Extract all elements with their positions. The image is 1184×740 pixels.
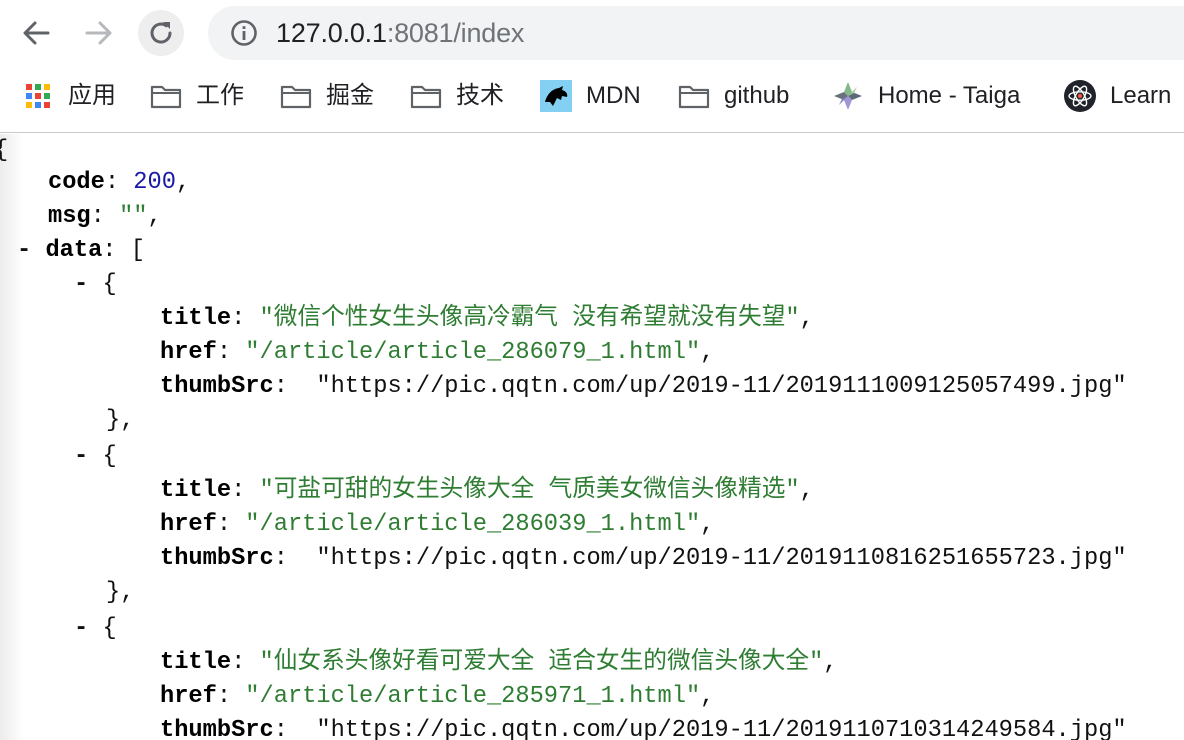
- bookmarks-bar: 应用 工作 掘金 技术 MDN github Home - Taiga Lear…: [0, 66, 1184, 133]
- json-key: msg: [48, 203, 91, 230]
- json-string-value: "仙女系头像好看可爱大全 适合女生的微信头像大全": [259, 649, 824, 676]
- bookmark-folder-github[interactable]: github: [678, 80, 789, 112]
- address-bar[interactable]: 127.0.0.1:8081/index: [208, 6, 1184, 60]
- json-key: title: [160, 305, 232, 332]
- json-string-value: "https://pic.qqtn.com/up/2019-11/2019110…: [316, 717, 1127, 740]
- bookmark-apps[interactable]: 应用: [22, 80, 116, 112]
- json-key: title: [160, 477, 232, 504]
- apps-grid-icon: [22, 80, 54, 112]
- bookmark-mdn[interactable]: MDN: [540, 80, 641, 112]
- folder-icon: [678, 80, 710, 112]
- forward-button[interactable]: [76, 10, 122, 56]
- json-line-thumbsrc: thumbSrc: "https://pic.qqtn.com/up/2019-…: [160, 373, 1127, 400]
- react-atom-icon: [1064, 80, 1096, 112]
- bookmark-folder-work[interactable]: 工作: [150, 80, 244, 112]
- json-line-thumbsrc: thumbSrc: "https://pic.qqtn.com/up/2019-…: [160, 545, 1127, 572]
- bookmark-taiga[interactable]: Home - Taiga: [832, 80, 1020, 112]
- url-text[interactable]: 127.0.0.1:8081/index: [276, 17, 524, 49]
- json-line-href: href: "/article/article_286079_1.html",: [160, 339, 715, 366]
- bookmark-label: 掘金: [326, 82, 374, 109]
- bookmark-label: 工作: [196, 82, 244, 109]
- json-line-title: title: "仙女系头像好看可爱大全 适合女生的微信头像大全",: [160, 649, 838, 676]
- json-string-value: "可盐可甜的女生头像大全 气质美女微信头像精选": [259, 477, 800, 504]
- json-key: code: [48, 169, 105, 196]
- browser-toolbar: 127.0.0.1:8081/index: [0, 0, 1184, 66]
- bookmark-label: MDN: [586, 82, 641, 109]
- json-bracket: [: [130, 237, 145, 264]
- json-key: title: [160, 649, 232, 676]
- json-string-value: "/article/article_286079_1.html": [245, 339, 701, 366]
- collapse-toggle[interactable]: -: [74, 271, 88, 298]
- folder-icon: [280, 80, 312, 112]
- bookmark-label: github: [724, 82, 790, 109]
- url-host: 127.0.0.1: [276, 18, 387, 48]
- json-line-href: href: "/article/article_286039_1.html",: [160, 511, 715, 538]
- bookmark-label: Learn: [1110, 82, 1172, 109]
- json-string-value: "微信个性女生头像高冷霸气 没有希望就没有失望": [259, 305, 800, 332]
- reload-button[interactable]: [138, 10, 184, 56]
- json-brace: {: [0, 137, 8, 164]
- json-string-value: "https://pic.qqtn.com/up/2019-11/2019110…: [316, 545, 1127, 572]
- collapse-toggle[interactable]: -: [17, 237, 31, 264]
- json-line-data: - data: [: [17, 237, 145, 264]
- json-string-value: "/article/article_285971_1.html": [245, 683, 701, 710]
- json-key: href: [160, 511, 217, 538]
- json-viewer: { code: 200, msg: "", - data: [ - { titl…: [0, 134, 1184, 740]
- json-line-title: title: "微信个性女生头像高冷霸气 没有希望就没有失望",: [160, 305, 814, 332]
- json-number-value: 200: [133, 169, 176, 196]
- json-item-open: - {: [74, 443, 117, 470]
- folder-icon: [150, 80, 182, 112]
- url-path: :8081/index: [386, 18, 525, 48]
- json-key: thumbSrc: [160, 545, 274, 572]
- arrow-right-icon: [85, 21, 112, 45]
- taiga-icon: [832, 80, 864, 112]
- bookmark-folder-tech[interactable]: 技术: [410, 80, 504, 112]
- bookmark-folder-juejin[interactable]: 掘金: [280, 80, 374, 112]
- reload-icon: [150, 22, 172, 44]
- json-line-title: title: "可盐可甜的女生头像大全 气质美女微信头像精选",: [160, 477, 814, 504]
- json-key: thumbSrc: [160, 717, 274, 740]
- bookmark-label: 技术: [456, 82, 504, 109]
- json-key: thumbSrc: [160, 373, 274, 400]
- json-line: {: [0, 134, 8, 168]
- collapse-toggle[interactable]: -: [74, 615, 88, 642]
- folder-icon: [410, 80, 442, 112]
- json-item-open: - {: [74, 271, 117, 298]
- json-line-thumbsrc: thumbSrc: "https://pic.qqtn.com/up/2019-…: [160, 714, 1127, 740]
- json-key: href: [160, 339, 217, 366]
- collapse-toggle[interactable]: -: [74, 443, 88, 470]
- json-item-close: },: [106, 579, 135, 606]
- arrow-left-icon: [23, 21, 50, 45]
- json-line-code: code: 200,: [48, 169, 191, 196]
- bookmark-label: Home - Taiga: [878, 82, 1021, 109]
- bookmark-label: 应用: [68, 82, 116, 109]
- back-button[interactable]: [13, 10, 59, 56]
- json-key: href: [160, 683, 217, 710]
- json-string-value: "": [119, 203, 148, 230]
- mdn-dino-icon: [540, 80, 572, 112]
- json-item-close: },: [106, 407, 135, 434]
- bookmark-learn[interactable]: Learn: [1064, 80, 1171, 112]
- json-line-msg: msg: "",: [48, 203, 162, 230]
- info-icon[interactable]: [230, 19, 258, 47]
- json-key: data: [45, 237, 103, 264]
- json-item-open: - {: [74, 615, 117, 642]
- json-string-value: "/article/article_286039_1.html": [245, 511, 701, 538]
- json-line-href: href: "/article/article_285971_1.html",: [160, 683, 715, 710]
- json-string-value: "https://pic.qqtn.com/up/2019-11/2019111…: [316, 373, 1127, 400]
